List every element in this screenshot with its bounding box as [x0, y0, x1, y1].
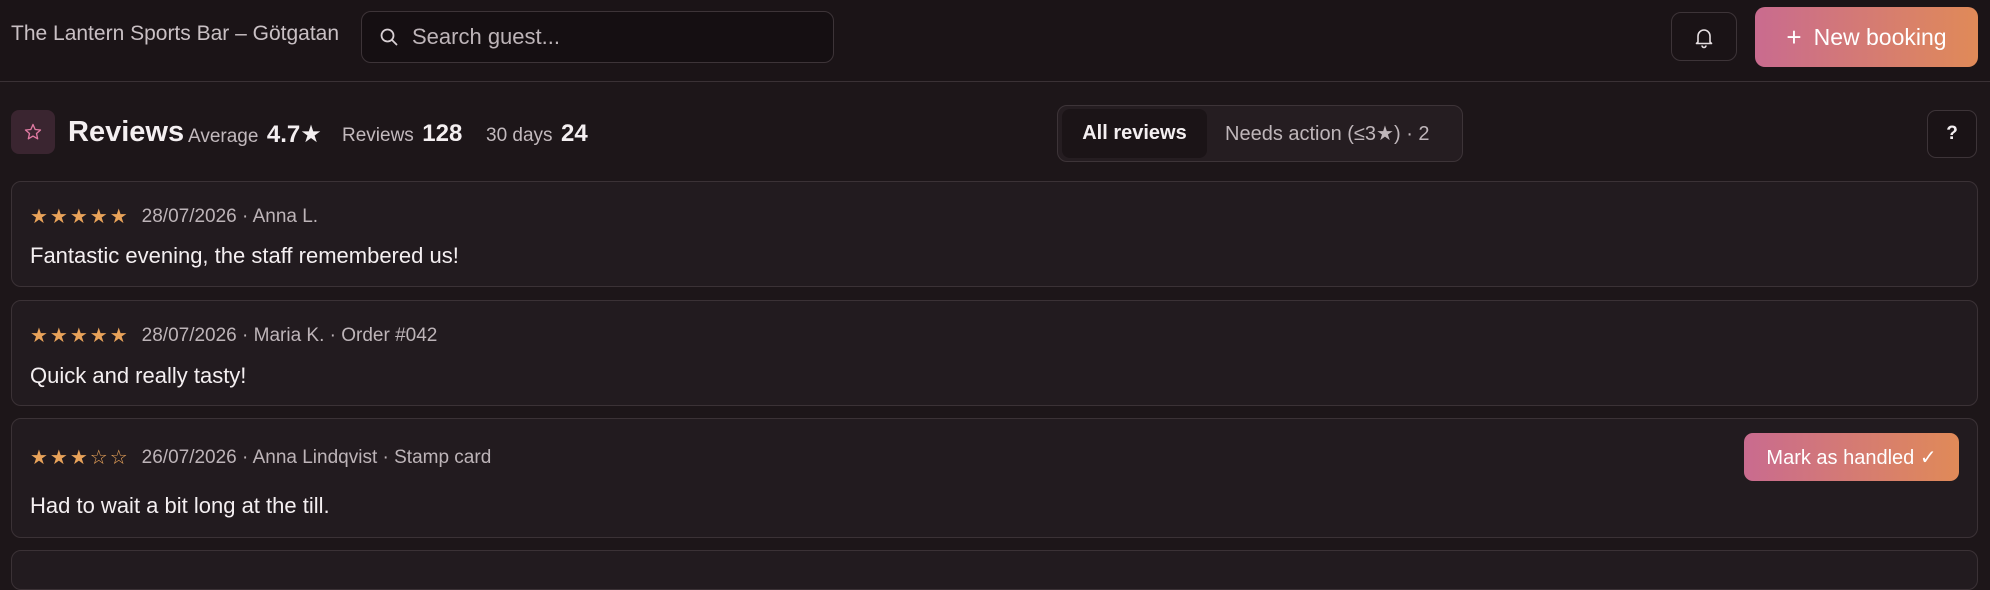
review-filter-tabs: All reviews Needs action (≤3★) · 2 [1057, 105, 1463, 162]
days-stat: 30 days 24 [486, 120, 588, 148]
average-stat: Average 4.7★ [188, 120, 322, 149]
new-booking-label: New booking [1813, 23, 1947, 50]
average-label: Average [188, 126, 259, 147]
average-value: 4.7★ [266, 121, 322, 148]
bell-icon [1692, 25, 1716, 49]
reviews-header: Reviews Average 4.7★ Reviews 128 30 days… [0, 83, 1990, 179]
review-card [11, 550, 1978, 590]
new-booking-button[interactable]: + New booking [1755, 7, 1978, 67]
plus-icon: + [1786, 21, 1802, 52]
review-meta-text: 28/07/2026 · Anna L. [141, 205, 319, 227]
star-icon [11, 110, 55, 154]
review-meta: ★★★★★ 28/07/2026 · Maria K. · Order #042 [30, 323, 437, 348]
review-stars: ★★★☆☆ [30, 447, 130, 469]
tab-all-reviews[interactable]: All reviews [1062, 109, 1207, 158]
review-meta: ★★★☆☆ 26/07/2026 · Anna Lindqvist · Stam… [30, 445, 491, 470]
review-text: Fantastic evening, the staff remembered … [30, 243, 459, 268]
search-box[interactable] [361, 11, 834, 63]
review-card: ★★★★★ 28/07/2026 · Maria K. · Order #042… [11, 300, 1978, 406]
tab-needs-action[interactable]: Needs action (≤3★) · 2 [1207, 109, 1448, 158]
search-icon [378, 26, 400, 48]
reviews-count-stat: Reviews 128 [342, 120, 462, 148]
notifications-button[interactable] [1671, 12, 1737, 61]
reviews-count-value: 128 [422, 120, 463, 147]
review-meta-text: 26/07/2026 · Anna Lindqvist · Stamp card [141, 446, 492, 468]
venue-name: The Lantern Sports Bar – Götgatan [11, 22, 340, 45]
review-text: Quick and really tasty! [30, 363, 247, 388]
reviews-count-label: Reviews [342, 125, 414, 146]
review-text: Had to wait a bit long at the till. [30, 493, 330, 518]
review-meta-text: 28/07/2026 · Maria K. · Order #042 [141, 324, 438, 346]
search-input[interactable] [412, 24, 812, 50]
review-stars: ★★★★★ [30, 206, 130, 228]
page-title: Reviews [68, 116, 185, 148]
days-value: 24 [561, 120, 588, 147]
days-label: 30 days [486, 125, 553, 146]
review-meta: ★★★★★ 28/07/2026 · Anna L. [30, 204, 318, 229]
top-bar: The Lantern Sports Bar – Götgatan + New … [0, 0, 1990, 82]
help-button[interactable]: ? [1927, 110, 1977, 158]
review-stars: ★★★★★ [30, 325, 130, 347]
review-card: ★★★☆☆ 26/07/2026 · Anna Lindqvist · Stam… [11, 418, 1978, 538]
mark-as-handled-button[interactable]: Mark as handled ✓ [1744, 433, 1959, 481]
review-card: ★★★★★ 28/07/2026 · Anna L. Fantastic eve… [11, 181, 1978, 287]
